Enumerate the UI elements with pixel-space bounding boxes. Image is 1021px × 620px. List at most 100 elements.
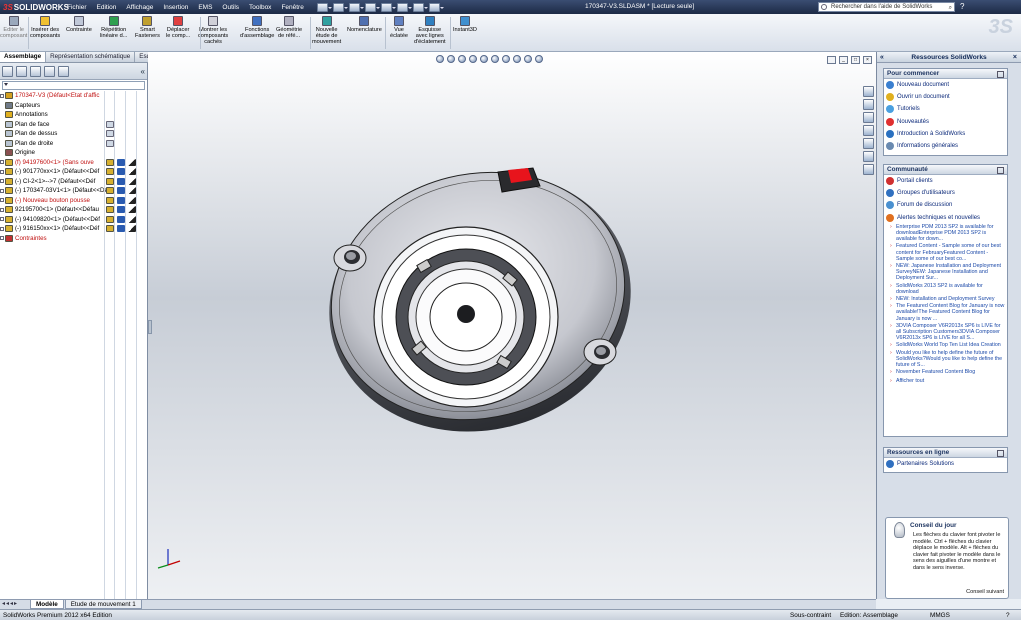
news-link[interactable]: Enterprise PDM 2013 SP2 is available for… [884,224,1007,243]
open-folder-icon[interactable] [332,2,348,12]
tree-filter-input[interactable] [2,81,145,90]
menu-1[interactable]: Edition [92,4,122,11]
ribbon-button-0[interactable]: Editer le composant [0,16,27,39]
expand-toggle-icon[interactable] [0,198,4,203]
expand-toggle-icon[interactable] [0,207,4,212]
appearances-icon[interactable] [863,138,874,149]
ribbon-button-6[interactable]: Montrer les composants cachés [198,16,228,45]
custom-properties-icon[interactable] [863,151,874,162]
feature-tree-tab-icon[interactable] [2,65,13,77]
search-button-icon[interactable]: ⌕ [949,4,952,12]
design-library-icon[interactable] [863,99,874,110]
expand-toggle-icon[interactable] [0,179,4,184]
expand-toggle-icon[interactable] [0,226,4,231]
task-link[interactable]: Alertes techniques et nouvelles [884,212,1007,224]
expand-toggle-icon[interactable] [0,160,4,165]
collapse-arrow-icon[interactable]: « [880,52,884,63]
property-manager-tab-icon[interactable] [16,65,27,77]
close-icon[interactable]: × [1013,52,1017,63]
menu-7[interactable]: Fenêtre [276,4,308,11]
ribbon-icon-12 [424,16,435,26]
task-link[interactable]: Informations générales [884,140,1007,152]
ribbon-button-4[interactable]: Smart Fasteners [135,16,160,39]
tab-0[interactable]: Assemblage [0,52,47,62]
graphics-area[interactable]: _ □ × [148,52,876,599]
expand-toggle-icon[interactable] [0,169,4,174]
task-link[interactable]: Forum de discussion [884,199,1007,211]
select-icon[interactable] [396,2,412,12]
expand-toggle-icon[interactable] [0,93,4,98]
task-link[interactable]: Nouveautés [884,116,1007,128]
task-link[interactable]: Nouveau document [884,79,1007,91]
display-manager-tab-icon[interactable] [58,65,69,77]
ribbon-button-10[interactable]: Nomenclature [347,16,382,33]
center-bearing [373,226,559,408]
part-icon [5,177,13,185]
help-search-input[interactable]: Rechercher dans l'aide de SolidWorks ⌕ [818,2,955,12]
expand-panel-icon[interactable]: « [141,67,145,76]
ribbon-label: Répétition linéaire d... [100,27,128,39]
news-link[interactable]: NEW: Installation and Deployment Survey [884,296,1007,302]
menu-3[interactable]: Insertion [158,4,193,11]
forum-icon[interactable] [863,164,874,175]
news-link[interactable]: The Featured Content Blog for January is… [884,303,1007,322]
ribbon-button-8[interactable]: Géométrie de réfé... [276,16,302,39]
dimxpert-tab-icon[interactable] [44,65,55,77]
show-all-link[interactable]: Afficher tout [884,378,1007,384]
3d-model[interactable] [148,52,876,599]
bottom-tab-0[interactable]: Modèle [30,600,64,609]
ribbon-button-2[interactable]: Contrainte [66,16,92,33]
menu-4[interactable]: EMS [193,4,217,11]
configuration-manager-tab-icon[interactable] [30,65,41,77]
start-header[interactable]: Pour commencer [884,69,1007,79]
news-link[interactable]: 3DVIA Composer V6R2013x SP6 is LIVE for … [884,323,1007,342]
help-question-icon[interactable]: ? [960,2,972,12]
news-link[interactable]: Featured Content - Sample some of our be… [884,243,1007,262]
task-link[interactable]: Portail clients [884,175,1007,187]
task-link[interactable]: Partenaires Solutions [884,458,1007,470]
ribbon-button-13[interactable]: Instant3D [453,16,477,33]
ribbon-button-12[interactable]: Esquisse avec lignes d'éclatement [414,16,446,45]
next-tip-link[interactable]: Conseil suivant [966,589,1004,595]
tab-navigation-arrows[interactable]: ◂◂◂▸ [0,600,30,609]
expand-toggle-icon[interactable] [0,188,4,193]
expand-toggle-icon[interactable] [0,236,4,241]
ribbon-button-11[interactable]: Vue éclatée [390,16,408,39]
ribbon-button-1[interactable]: Insérer des composants [30,16,60,39]
tree-item-label: 170347-V3 (Défaut<Etat d'affic [15,92,100,99]
menu-0[interactable]: Fichier [62,4,92,11]
link-icon [886,117,894,126]
expand-toggle-icon[interactable] [0,217,4,222]
news-link[interactable]: SolidWorks World Top Ten List Idea Creat… [884,342,1007,348]
community-header[interactable]: Communauté [884,165,1007,175]
rebuild-icon[interactable] [412,2,428,12]
news-link[interactable]: NEW: Japanese Installation and Deploymen… [884,263,1007,282]
news-link[interactable]: November Featured Content Blog [884,369,1007,375]
tab-1[interactable]: Représentation schématique [46,52,136,62]
news-link[interactable]: Would you like to help define the future… [884,350,1007,369]
undo-icon[interactable] [380,2,396,12]
ribbon-button-9[interactable]: Nouvelle étude de mouvement [312,16,341,45]
home-icon[interactable] [863,86,874,97]
online-header[interactable]: Ressources en ligne [884,448,1007,458]
print-icon[interactable] [364,2,380,12]
bottom-tab-1[interactable]: Etude de mouvement 1 [64,600,142,609]
task-link[interactable]: Ouvrir un document [884,91,1007,103]
ribbon-button-3[interactable]: Répétition linéaire d... [100,16,127,39]
ribbon-button-7[interactable]: Fonctions d'assemblage [240,16,274,39]
units-status[interactable]: MMGS [930,610,950,620]
menu-2[interactable]: Affichage [121,4,158,11]
save-icon[interactable] [348,2,364,12]
file-explorer-icon[interactable] [863,112,874,123]
view-palette-icon[interactable] [863,125,874,136]
menu-5[interactable]: Outils [217,4,244,11]
news-link[interactable]: SolidWorks 2013 SP2 is available for dow… [884,283,1007,295]
task-link[interactable]: Tutoriels [884,103,1007,115]
menu-6[interactable]: Toolbox [244,4,276,11]
options-icon[interactable] [428,2,444,12]
task-link[interactable]: Introduction à SolidWorks [884,128,1007,140]
new-document-icon[interactable] [316,2,332,12]
help-icon[interactable]: ? [1006,610,1010,620]
task-link[interactable]: Groupes d'utilisateurs [884,187,1007,199]
ribbon-button-5[interactable]: Déplacer le comp... [166,16,190,39]
